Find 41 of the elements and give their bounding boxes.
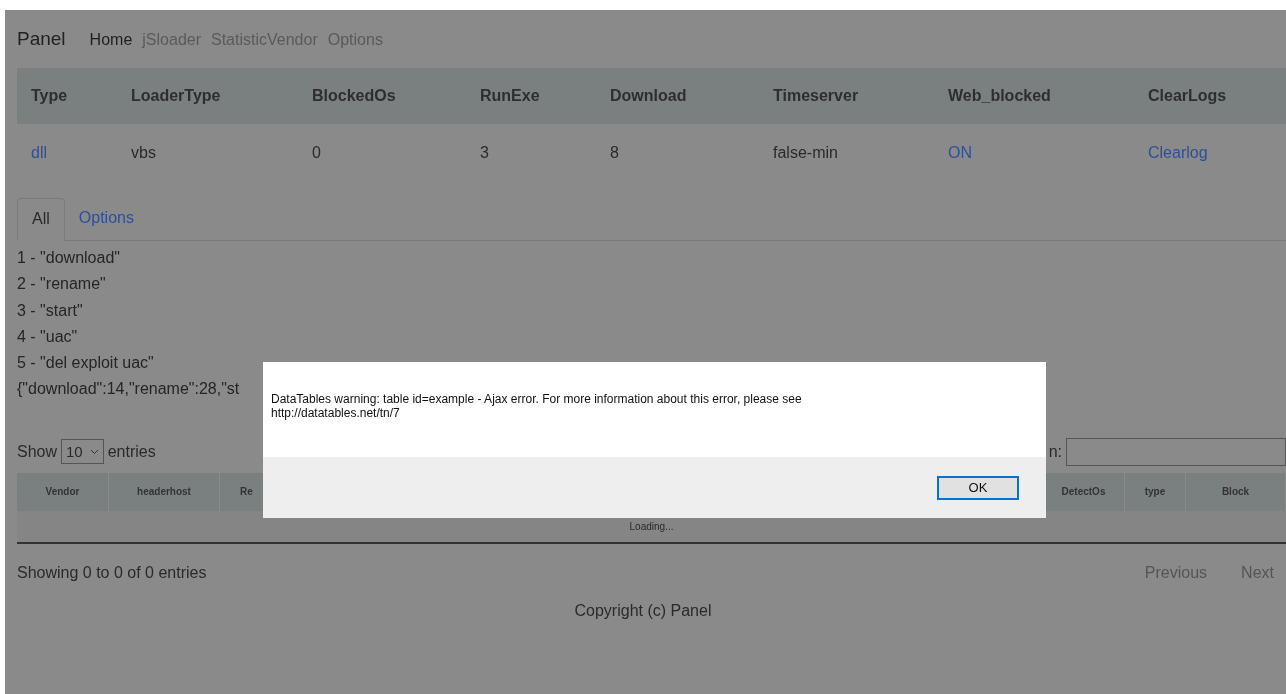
column-header: Type <box>31 87 69 105</box>
dialog-message: DataTables warning: table id=example - Ajax error. For more information about this error, please see http://datatables.net/tn/7 <box>271 391 803 422</box>
column-header[interactable]: type <box>1125 472 1186 511</box>
table-link[interactable]: dll <box>31 144 131 162</box>
log-line: 1 - "download" <box>17 248 120 268</box>
table-info: Showing 0 to 0 of 0 entries <box>17 563 207 582</box>
column-header[interactable]: headerhost <box>109 472 220 511</box>
table-cell-text: false-min <box>773 144 839 162</box>
copyright-text: Copyright (c) Panel <box>573 601 713 620</box>
column-header: BlockedOs <box>312 87 397 105</box>
brand-title[interactable]: Panel <box>17 28 66 50</box>
table-link[interactable]: ON <box>948 144 1148 162</box>
log-line: 5 - "del exploit uac" <box>17 353 154 374</box>
column-header: Timeserver <box>773 87 860 105</box>
tab[interactable]: All <box>17 198 65 241</box>
table-cell-text: vbs <box>131 144 157 162</box>
table-cell-text: 8 <box>610 144 620 162</box>
table-link[interactable]: Clearlog <box>1148 144 1286 162</box>
ok-button[interactable]: OK <box>937 475 1019 500</box>
column-header: Web_blocked <box>948 87 1052 105</box>
search-field[interactable] <box>1066 437 1286 466</box>
log-line: 4 - "uac" <box>17 326 78 347</box>
column-header: Download <box>610 87 688 105</box>
column-header: RunExe <box>480 87 541 105</box>
tab[interactable]: Options <box>64 198 148 240</box>
column-header: ClearLogs <box>1148 87 1228 105</box>
log-line: 2 - "rename" <box>17 274 106 295</box>
column-header: LoaderType <box>131 87 222 105</box>
length-select[interactable]: 10 <box>61 439 104 465</box>
column-header[interactable]: Block <box>1186 472 1286 511</box>
loading-text: Loading... <box>629 520 674 532</box>
table-cell-text: 3 <box>480 144 490 162</box>
json-line: {"download":14,"rename":28,"st <box>17 379 240 400</box>
search-label: n: <box>1048 442 1062 461</box>
chevron-down-icon <box>89 448 99 455</box>
table-cell-text: 0 <box>312 144 322 162</box>
nav-link[interactable]: Home <box>89 31 133 49</box>
entries-label: entries <box>107 442 156 461</box>
column-header[interactable]: Vendor <box>17 472 109 511</box>
log-line: 3 - "start" <box>17 300 83 321</box>
show-label: Show <box>17 442 58 461</box>
